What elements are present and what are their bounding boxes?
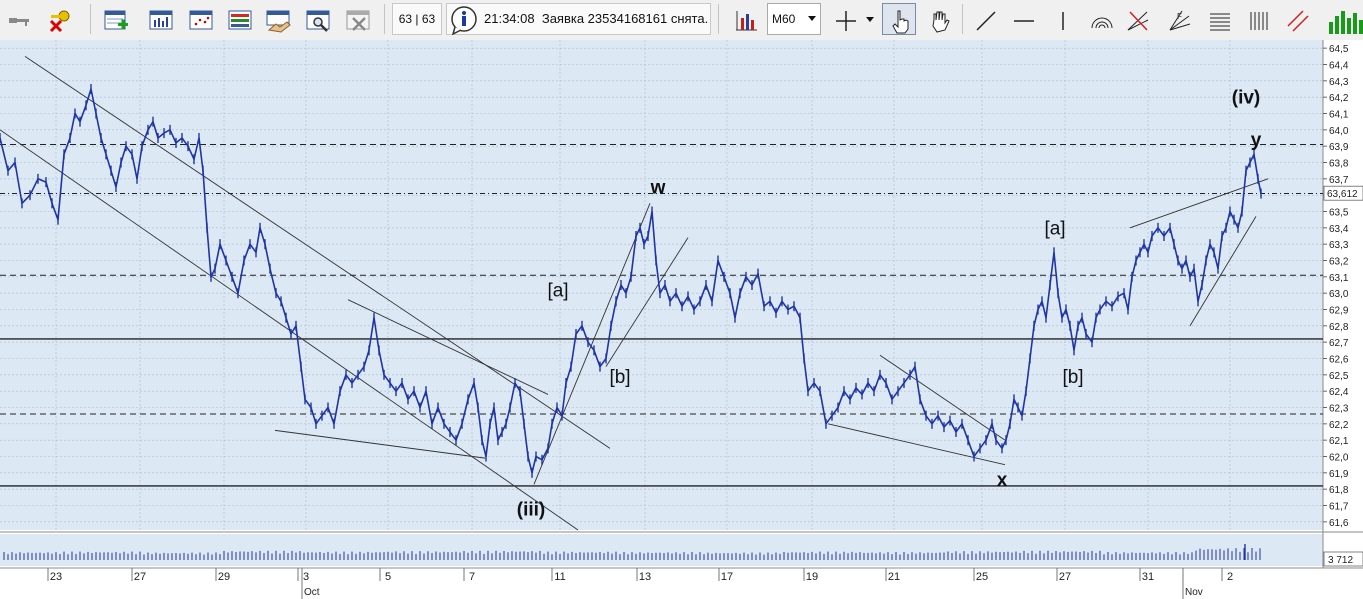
status-time: 21:34:08 (484, 11, 535, 26)
bar-volume-icon[interactable] (1322, 3, 1363, 35)
fan-tool-icon[interactable] (1120, 3, 1154, 35)
timeframe-select[interactable]: M60 (767, 3, 821, 35)
wave-label: (iv) (1232, 88, 1261, 109)
y-tick-label: 62,9 (1329, 306, 1349, 317)
x-tick-label: 25 (976, 571, 988, 583)
x-tick-label: 11 (554, 571, 565, 583)
y-tick-label: 62,8 (1329, 322, 1349, 333)
list-table-icon[interactable] (222, 3, 256, 35)
y-tick-label: 64,1 (1329, 110, 1349, 121)
fib-fan-icon[interactable]: F (1162, 3, 1196, 35)
vertical-line-icon[interactable] (1045, 3, 1079, 35)
y-tick-label: 63,2 (1329, 257, 1349, 268)
month-label: Nov (1185, 587, 1203, 598)
time-axis (0, 568, 1363, 599)
y-tick-label: 63,7 (1329, 175, 1349, 186)
y-tick-label: 63,8 (1329, 159, 1349, 170)
x-tick-label: 31 (1142, 571, 1154, 583)
y-tick-label: 61,7 (1329, 502, 1349, 513)
y-tick-label: 64,5 (1329, 44, 1349, 55)
y-tick-label: 64,2 (1329, 93, 1349, 104)
y-tick-label: 61,6 (1329, 518, 1349, 529)
handshake-table-icon[interactable] (260, 3, 294, 35)
status-message-box[interactable]: 21:34:08 Заявка 23534168161 снята. (446, 3, 711, 36)
y-tick-label: 63,0 (1329, 289, 1349, 300)
cycle-lines-icon[interactable] (1240, 3, 1274, 35)
y-tick-label: 61,9 (1329, 469, 1349, 480)
month-label: Oct (304, 587, 320, 598)
x-tick-label: 19 (806, 571, 818, 583)
toolbar-separator (384, 4, 385, 34)
wave-label: y (1251, 130, 1262, 151)
chevron-down-icon (808, 16, 816, 21)
y-tick-label: 62,2 (1329, 420, 1349, 431)
bar-table-icon[interactable] (143, 3, 177, 35)
x-tick-label: 21 (888, 571, 900, 583)
line-tool-icon[interactable] (968, 3, 1002, 35)
new-table-icon[interactable] (98, 3, 132, 35)
y-tick-label: 62,4 (1329, 387, 1349, 398)
arc-tool-icon[interactable] (1084, 3, 1118, 35)
y-tick-label: 63,3 (1329, 240, 1349, 251)
crosshair-icon[interactable] (828, 3, 862, 35)
close-table-icon[interactable] (340, 3, 374, 35)
scatter-table-icon[interactable] (183, 3, 217, 35)
y-tick-label: 64,4 (1329, 61, 1349, 72)
x-tick-label: 17 (721, 571, 733, 583)
toolbar-separator (962, 4, 963, 34)
x-tick-label: 2 (1227, 571, 1233, 583)
svg-text:F: F (1177, 12, 1182, 21)
y-tick-label: 64,3 (1329, 77, 1349, 88)
volume-panel[interactable] (0, 534, 1323, 566)
y-tick-label: 64,0 (1329, 126, 1349, 137)
x-tick-label: 13 (639, 571, 651, 583)
wave-label: [a] (547, 280, 568, 301)
search-table-icon[interactable] (300, 3, 334, 35)
delete-key-icon[interactable] (40, 3, 74, 35)
keys-icon[interactable] (2, 3, 36, 35)
x-tick-label: 29 (218, 571, 230, 583)
wave-label: [a] (1044, 218, 1065, 239)
y-tick-label: 62,7 (1329, 338, 1349, 349)
horizontal-line-icon[interactable] (1006, 3, 1040, 35)
x-tick-label: 5 (385, 571, 391, 583)
wave-label: [b] (1062, 367, 1083, 388)
y-tick-label: 63,5 (1329, 208, 1349, 219)
last-price-label: 63,612 (1327, 189, 1358, 200)
wave-label: (iii) (517, 499, 546, 520)
hand-pointer-icon[interactable] (882, 3, 916, 35)
y-tick-label: 62,6 (1329, 355, 1349, 366)
y-tick-label: 63,4 (1329, 224, 1349, 235)
y-tick-label: 63,9 (1329, 142, 1349, 153)
channel-tool-icon[interactable] (1280, 3, 1314, 35)
order-counter: 63 | 63 (392, 3, 442, 35)
crosshair-dropdown[interactable] (862, 3, 878, 35)
y-tick-label: 62,0 (1329, 453, 1349, 464)
fib-levels-icon[interactable] (1202, 3, 1236, 35)
x-tick-label: 27 (1059, 571, 1071, 583)
y-tick-label: 62,5 (1329, 371, 1349, 382)
timeframe-value: M60 (772, 12, 796, 26)
status-text: Заявка 23534168161 снята. (541, 11, 709, 26)
hand-pan-icon[interactable] (922, 3, 956, 35)
y-tick-label: 62,1 (1329, 436, 1349, 447)
x-tick-label: 7 (469, 571, 475, 583)
indicators-icon[interactable] (728, 3, 762, 35)
x-tick-label: 3 (303, 571, 309, 583)
wave-label: [b] (609, 367, 630, 388)
x-tick-label: 23 (50, 571, 62, 583)
y-tick-label: 63,1 (1329, 273, 1349, 284)
wave-label: x (997, 470, 1008, 491)
y-tick-label: 62,3 (1329, 404, 1349, 415)
x-tick-label: 27 (134, 571, 146, 583)
volume-last-label: 3 712 (1328, 555, 1353, 566)
toolbar: 63 | 63 21:34:08 Заявка 23534168161 снят… (0, 0, 1363, 41)
wave-label: w (650, 178, 666, 199)
toolbar-separator (90, 4, 91, 34)
toolbar-separator (718, 4, 719, 34)
y-tick-label: 61,8 (1329, 485, 1349, 496)
price-chart[interactable]: w [a] [b] (iii) x [a] [b] (iv) y 64,5 64,4 64,3 64,… (0, 40, 1363, 599)
